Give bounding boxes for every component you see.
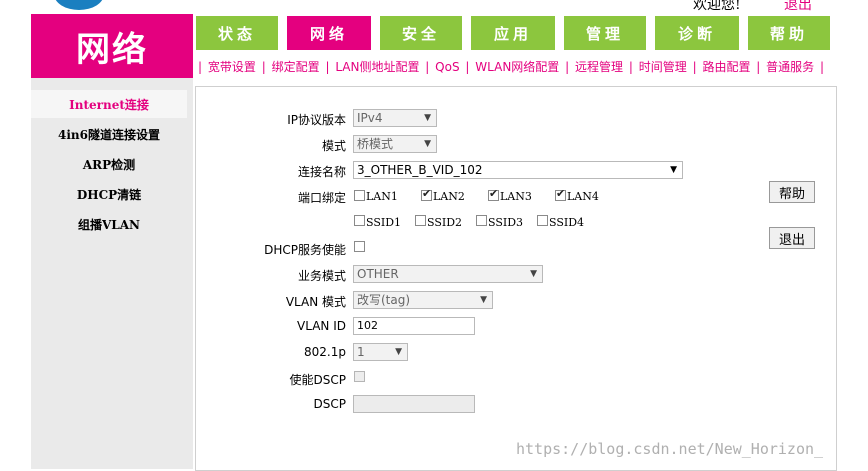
tab-application[interactable]: 应用 <box>471 16 555 50</box>
lan4-label: LAN4 <box>567 190 599 203</box>
logout-link[interactable]: 退出 <box>784 0 812 14</box>
subtab-time[interactable]: 时间管理 <box>639 60 687 74</box>
enable-dscp-checkbox[interactable] <box>354 371 365 382</box>
port-binding-label: 端口绑定 <box>297 191 346 205</box>
subtab-broadband[interactable]: 宽带设置 <box>208 60 256 74</box>
ssid1-label: SSID1 <box>366 216 402 229</box>
ip-version-select[interactable]: IPv4 ▼ <box>353 109 437 127</box>
ssid1-checkbox[interactable] <box>354 215 365 226</box>
connection-name-select[interactable]: 3_OTHER_B_VID_102 ▼ <box>353 161 683 179</box>
ssid2-checkbox[interactable] <box>415 215 426 226</box>
vlan-mode-select[interactable]: 改写(tag) ▼ <box>353 291 493 309</box>
ssid3-label: SSID3 <box>488 216 524 229</box>
dscp-field[interactable] <box>353 395 475 413</box>
tab-network[interactable]: 网络 <box>287 16 371 50</box>
sidebar-item-4in6[interactable]: 4in6隧道连接设置 <box>31 120 187 148</box>
service-mode-select[interactable]: OTHER ▼ <box>353 265 543 283</box>
chevron-down-icon: ▼ <box>395 347 402 357</box>
ssid2-label: SSID2 <box>427 216 463 229</box>
mode-label: 模式 <box>321 139 346 153</box>
dot1p-select[interactable]: 1 ▼ <box>353 343 408 361</box>
chevron-down-icon: ▼ <box>480 295 487 305</box>
dhcp-server-checkbox[interactable] <box>354 241 365 252</box>
logo-icon <box>54 0 104 10</box>
sidebar-item-arp[interactable]: ARP检测 <box>31 150 187 178</box>
exit-button[interactable]: 退出 <box>769 227 815 249</box>
welcome-text: 欢迎您! <box>693 0 741 13</box>
dot1p-label: 802.1p <box>304 345 346 359</box>
ssid4-checkbox[interactable] <box>537 215 548 226</box>
chevron-down-icon: ▼ <box>530 269 537 279</box>
lan4-checkbox[interactable] <box>555 187 566 201</box>
lan2-checkbox[interactable] <box>421 187 432 201</box>
ip-version-label: IP协议版本 <box>287 113 346 127</box>
lan3-label: LAN3 <box>500 190 532 203</box>
vlan-mode-label: VLAN 模式 <box>285 295 346 309</box>
enable-dscp-label: 使能DSCP <box>289 373 346 387</box>
service-mode-label: 业务模式 <box>297 269 346 283</box>
dhcp-server-label: DHCP服务使能 <box>264 243 346 257</box>
ssid4-label: SSID4 <box>549 216 585 229</box>
watermark-text: https://blog.csdn.net/New_Horizon_ <box>516 440 824 458</box>
tab-help[interactable]: 帮助 <box>748 16 830 50</box>
lan3-checkbox[interactable] <box>488 187 499 201</box>
tab-diagnosis[interactable]: 诊断 <box>655 16 739 50</box>
chevron-down-icon: ▼ <box>424 113 431 123</box>
vlan-id-field[interactable]: 102 <box>353 317 475 335</box>
sidebar-item-dhcp[interactable]: DHCP清链 <box>31 180 187 208</box>
sub-navigation: | 宽带设置 | 绑定配置 | LAN侧地址配置 | QoS | WLAN网络配… <box>198 60 825 74</box>
subtab-remote[interactable]: 远程管理 <box>575 60 623 74</box>
subtab-binding[interactable]: 绑定配置 <box>272 60 320 74</box>
help-button[interactable]: 帮助 <box>769 181 815 203</box>
sidebar-item-internet[interactable]: Internet连接 <box>31 90 187 118</box>
chevron-down-icon: ▼ <box>670 165 677 175</box>
sidebar-item-multicast-vlan[interactable]: 组播VLAN <box>31 210 187 238</box>
vlan-id-label: VLAN ID <box>297 319 346 333</box>
sidebar: Internet连接 4in6隧道连接设置 ARP检测 DHCP清链 组播VLA… <box>31 78 193 469</box>
subtab-routing[interactable]: 路由配置 <box>702 60 750 74</box>
subtab-service[interactable]: 普通服务 <box>766 60 814 74</box>
dscp-label: DSCP <box>313 397 346 411</box>
lan2-label: LAN2 <box>433 190 465 203</box>
mode-select[interactable]: 桥模式 ▼ <box>353 135 437 153</box>
subtab-lan-address[interactable]: LAN侧地址配置 <box>335 60 419 74</box>
connection-name-label: 连接名称 <box>297 165 346 179</box>
chevron-down-icon: ▼ <box>424 139 431 149</box>
tab-status[interactable]: 状态 <box>196 16 278 50</box>
ssid3-checkbox[interactable] <box>476 215 487 226</box>
subtab-wlan[interactable]: WLAN网络配置 <box>475 60 559 74</box>
subtab-qos[interactable]: QoS <box>435 60 459 74</box>
page-title: 网络 <box>31 14 193 78</box>
lan1-checkbox[interactable] <box>354 190 365 201</box>
tab-management[interactable]: 管理 <box>564 16 646 50</box>
lan1-label: LAN1 <box>366 190 398 203</box>
tab-security[interactable]: 安全 <box>380 16 462 50</box>
